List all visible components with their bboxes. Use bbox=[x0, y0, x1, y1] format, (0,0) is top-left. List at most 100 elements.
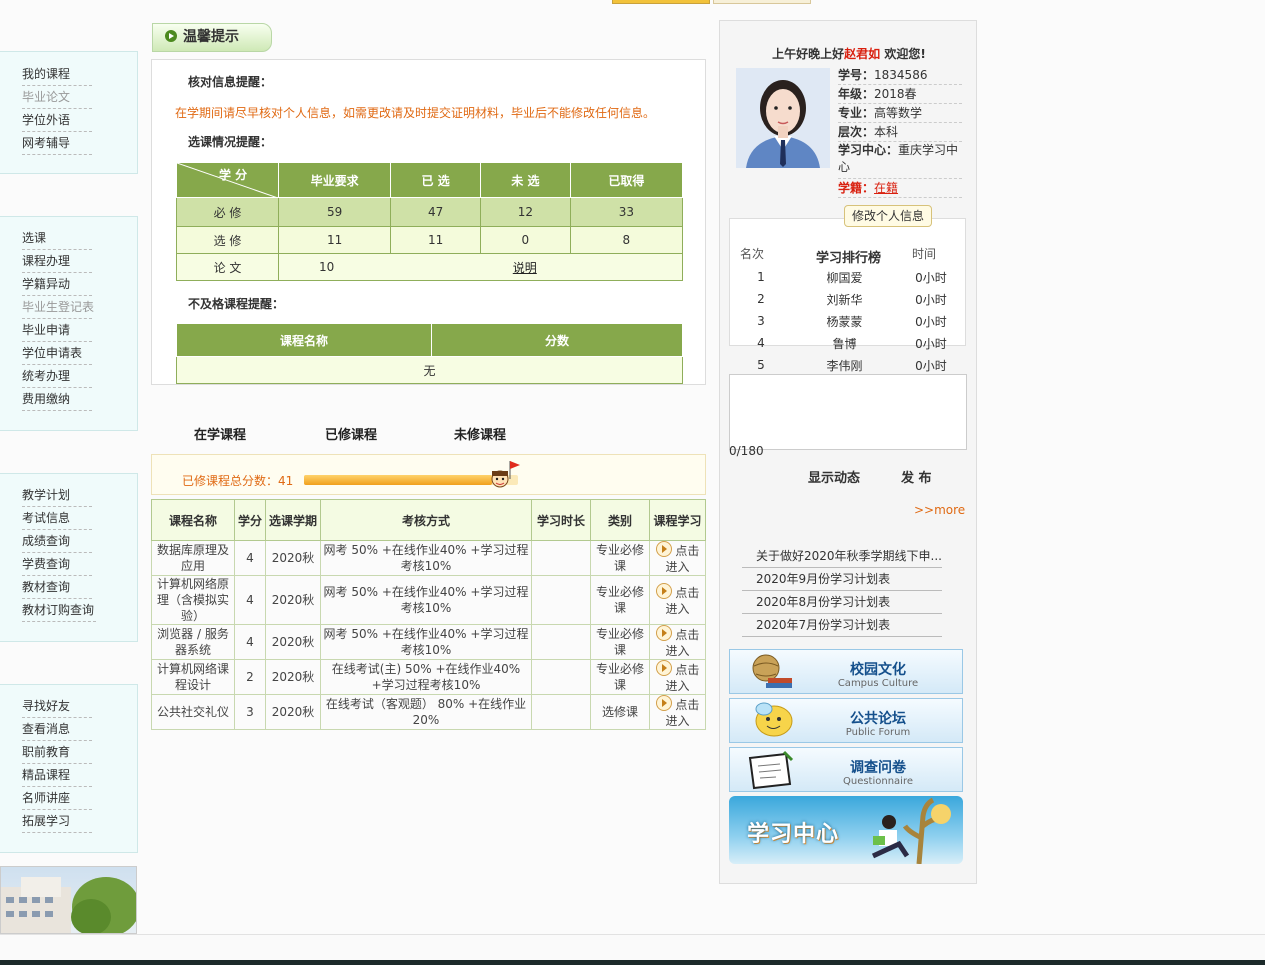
rank-time: 0小时 bbox=[915, 358, 947, 373]
nav-item[interactable]: 查看消息 bbox=[22, 718, 92, 741]
course-credit: 4 bbox=[234, 624, 266, 660]
nav-item[interactable]: 学费查询 bbox=[22, 553, 92, 576]
enter-course-link[interactable]: 点击进入 bbox=[649, 659, 706, 695]
nav-group-courses: 我的课程 毕业论文 学位外语 网考辅导 bbox=[0, 51, 138, 174]
nav-item[interactable]: 我的课程 bbox=[22, 63, 92, 86]
news-item[interactable]: 关于做好2020年秋季学期线下申... bbox=[742, 545, 942, 568]
info-row: 年级：2018春 bbox=[838, 85, 962, 104]
nav-item[interactable]: 名师讲座 bbox=[22, 787, 92, 810]
rank-row: 4 鲁博 0小时 bbox=[729, 332, 966, 354]
nav-item[interactable]: 课程办理 bbox=[22, 250, 92, 273]
user-name: 赵君如 bbox=[844, 47, 881, 61]
thesis-value: 10 bbox=[277, 253, 391, 281]
info-key: 学习中心： bbox=[838, 143, 899, 157]
rank-name: 杨蒙蒙 bbox=[826, 314, 863, 329]
greeting-suffix: 欢迎您! bbox=[880, 47, 926, 61]
score-summary-bar: 已修课程总分数：41 bbox=[151, 454, 706, 495]
course-term: 2020秋 bbox=[265, 540, 321, 576]
table-cell: 8 bbox=[569, 226, 684, 254]
news-item[interactable]: 2020年9月份学习计划表 bbox=[742, 568, 942, 591]
study-center-banner[interactable]: 学习中心 bbox=[729, 796, 963, 864]
info-row-status: 学籍：在籍 bbox=[838, 179, 962, 198]
table-row: 浏览器 / 服务器系统 4 2020秋 网考 50% +在线作业40% +学习过… bbox=[151, 624, 706, 660]
public-forum-button[interactable]: 公共论坛 Public Forum bbox=[729, 698, 963, 743]
nav-item[interactable]: 成绩查询 bbox=[22, 530, 92, 553]
nav-item[interactable]: 费用缴纳 bbox=[22, 388, 92, 411]
table-header: 已取得 bbox=[569, 162, 684, 198]
profile-info: 学号：1834586 年级：2018春 专业：高等数学 层次：本科 学习中心：重… bbox=[838, 66, 962, 198]
table-row: 论 文 10 说明 bbox=[176, 253, 683, 281]
nav-item[interactable]: 选课 bbox=[22, 227, 92, 250]
nav-item[interactable]: 毕业生登记表 bbox=[22, 296, 94, 319]
enter-course-link[interactable]: 点击进入 bbox=[649, 624, 706, 660]
thesis-info-link[interactable]: 说明 bbox=[513, 261, 537, 275]
post-textarea[interactable] bbox=[729, 374, 967, 450]
table-header: 选课学期 bbox=[265, 499, 321, 541]
nav-item[interactable]: 教学计划 bbox=[22, 484, 92, 507]
nav-item[interactable]: 教材订购查询 bbox=[22, 599, 96, 622]
nav-item[interactable]: 学位外语 bbox=[22, 109, 92, 132]
show-activity-button[interactable]: 显示动态 bbox=[808, 467, 860, 486]
play-icon bbox=[655, 625, 672, 641]
row-label: 论 文 bbox=[176, 253, 279, 281]
course-table: 课程名称 学分 选课学期 考核方式 学习时长 类别 课程学习 数据库原理及应用 … bbox=[151, 499, 706, 730]
enter-course-link[interactable]: 点击进入 bbox=[649, 694, 706, 730]
tab-completed-courses[interactable]: 已修课程 bbox=[325, 424, 377, 443]
rank-time: 0小时 bbox=[915, 270, 947, 285]
nav-group-community: 寻找好友 查看消息 职前教育 精品课程 名师讲座 拓展学习 bbox=[0, 684, 138, 853]
table-row: 无 bbox=[176, 356, 683, 384]
course-type: 专业必修课 bbox=[590, 575, 650, 625]
nav-item[interactable]: 网考辅导 bbox=[22, 132, 92, 155]
news-item[interactable]: 2020年7月份学习计划表 bbox=[742, 614, 942, 637]
globe-books-icon bbox=[752, 654, 792, 688]
clipboard-icon bbox=[748, 750, 794, 790]
nav-item[interactable]: 学籍异动 bbox=[22, 273, 92, 296]
nav-item[interactable]: 寻找好友 bbox=[22, 695, 92, 718]
enter-course-link[interactable]: 点击进入 bbox=[649, 540, 706, 576]
nav-item[interactable]: 拓展学习 bbox=[22, 810, 92, 833]
tip-panel: 核对信息提醒： 在学期间请尽早核对个人信息，如需更改请及时提交证明材料，毕业后不… bbox=[151, 59, 706, 385]
greeting: 上午好晚上好赵君如 欢迎您! bbox=[720, 45, 978, 62]
questionnaire-button[interactable]: 调查问卷 Questionnaire bbox=[729, 747, 963, 792]
nav-item[interactable]: 职前教育 bbox=[22, 741, 92, 764]
nav-item[interactable]: 考试信息 bbox=[22, 507, 92, 530]
nav-item[interactable]: 精品课程 bbox=[22, 764, 92, 787]
nav-item[interactable]: 学位申请表 bbox=[22, 342, 92, 365]
publish-button[interactable]: 发 布 bbox=[901, 467, 932, 486]
news-item[interactable]: 2020年8月份学习计划表 bbox=[742, 591, 942, 614]
rank-time: 0小时 bbox=[915, 336, 947, 351]
campus-culture-button[interactable]: 校园文化 Campus Culture bbox=[729, 649, 963, 694]
table-row: 公共社交礼仪 3 2020秋 在线考试（客观题） 80% +在线作业20% 选修… bbox=[151, 694, 706, 730]
rank-name: 刘新华 bbox=[826, 292, 863, 307]
news-list: 关于做好2020年秋季学期线下申... 2020年9月份学习计划表 2020年8… bbox=[742, 545, 942, 637]
tab-current-courses[interactable]: 在学课程 bbox=[194, 424, 246, 443]
course-term: 2020秋 bbox=[265, 624, 321, 660]
select-credit-table: 学 分 毕业要求 已 选 未 选 已取得 必 修 59 47 12 33 选 修… bbox=[176, 162, 684, 281]
nav-item[interactable]: 毕业论文 bbox=[22, 86, 92, 109]
table-header: 课程名称 bbox=[151, 499, 235, 541]
nav-item[interactable]: 统考办理 bbox=[22, 365, 92, 388]
course-type: 专业必修课 bbox=[590, 659, 650, 695]
empty-cell: 无 bbox=[176, 356, 683, 384]
table-row: 必 修 59 47 12 33 bbox=[176, 197, 684, 227]
edit-profile-button[interactable]: 修改个人信息 bbox=[844, 205, 933, 227]
play-icon bbox=[655, 660, 672, 676]
table-row: 计算机网络原理（含模拟实验） 4 2020秋 网考 50% +在线作业40% +… bbox=[151, 575, 706, 625]
info-value: 本科 bbox=[874, 125, 899, 139]
course-name: 数据库原理及应用 bbox=[151, 540, 235, 576]
rank-row: 2 刘新华 0小时 bbox=[729, 288, 966, 310]
nav-item[interactable]: 毕业申请 bbox=[22, 319, 92, 342]
course-exam: 网考 50% +在线作业40% +学习过程考核10% bbox=[320, 575, 532, 625]
info-row: 层次：本科 bbox=[838, 123, 962, 142]
nav-item[interactable]: 教材查询 bbox=[22, 576, 92, 599]
tip-tab[interactable]: 温馨提示 bbox=[152, 23, 272, 52]
row-label: 选 修 bbox=[176, 226, 279, 254]
more-link[interactable]: >>more bbox=[914, 503, 965, 517]
info-value: 高等数学 bbox=[874, 106, 923, 120]
play-icon bbox=[655, 583, 672, 599]
course-credit: 3 bbox=[234, 694, 266, 730]
enter-course-link[interactable]: 点击进入 bbox=[649, 575, 706, 625]
corner-top-label: 学 分 bbox=[219, 168, 248, 182]
tab-pending-courses[interactable]: 未修课程 bbox=[454, 424, 506, 443]
rank-name: 鲁博 bbox=[832, 336, 857, 351]
